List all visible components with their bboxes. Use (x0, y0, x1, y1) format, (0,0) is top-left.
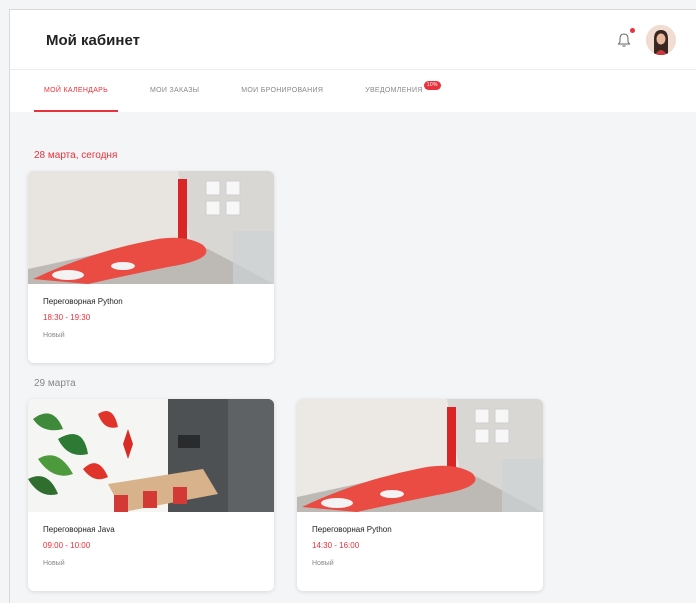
booking-status: Новый (312, 560, 334, 567)
tab-label: Уведомления (365, 87, 423, 94)
header: Мой кабинет Мой календарь Мои заказы М (10, 10, 696, 112)
tab-notifications[interactable]: Уведомления 10% (355, 80, 441, 112)
tab-my-bookings[interactable]: Мои бронирования (231, 80, 333, 112)
tab-bar: Мой календарь Мои заказы Мои бронировани… (34, 80, 455, 112)
bell-icon[interactable] (615, 31, 633, 51)
booking-time: 18:30 - 19:30 (43, 313, 91, 322)
room-photo-python (28, 171, 274, 284)
tab-label: Мои бронирования (241, 87, 324, 94)
notification-badge: 10% (423, 81, 441, 90)
app-frame: Мой кабинет Мой календарь Мои заказы М (9, 9, 696, 603)
room-name: Переговорная Python (43, 297, 123, 306)
room-name: Переговорная Python (312, 525, 392, 534)
booking-time: 09:00 - 10:00 (43, 541, 91, 550)
tab-my-calendar[interactable]: Мой календарь (34, 80, 119, 112)
header-divider (10, 69, 696, 70)
tab-label: Мой календарь (44, 87, 109, 94)
booking-card[interactable]: Переговорная Python 18:30 - 19:30 Новый (28, 171, 274, 363)
booking-time: 14:30 - 16:00 (312, 541, 360, 550)
booking-card[interactable]: Переговорная Python 14:30 - 16:00 Новый (297, 399, 543, 591)
tab-label: Мои заказы (150, 87, 200, 94)
room-name: Переговорная Java (43, 525, 115, 534)
notification-dot (630, 28, 635, 33)
booking-status: Новый (43, 560, 65, 567)
avatar[interactable] (646, 25, 676, 55)
tab-my-orders[interactable]: Мои заказы (140, 80, 209, 112)
booking-card[interactable]: Переговорная Java 09:00 - 10:00 Новый (28, 399, 274, 591)
date-heading-today: 28 марта, сегодня (34, 150, 118, 161)
booking-status: Новый (43, 332, 65, 339)
page-title: Мой кабинет (46, 32, 140, 49)
date-heading: 29 марта (34, 378, 76, 389)
room-photo-java (28, 399, 274, 512)
room-photo-python (297, 399, 543, 512)
